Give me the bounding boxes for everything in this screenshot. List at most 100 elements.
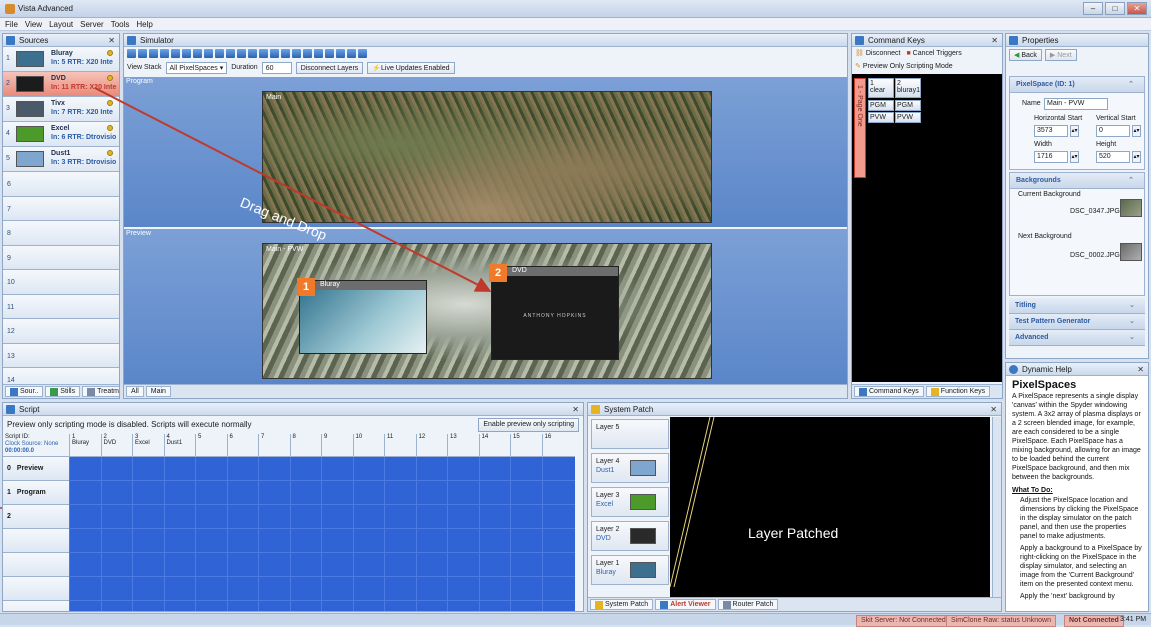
script-column[interactable]: 2 DVD: [100, 434, 131, 456]
script-row-label[interactable]: [3, 529, 69, 553]
script-column[interactable]: 7: [258, 434, 288, 456]
source-slot[interactable]: 12: [3, 319, 119, 344]
command-keys-close-icon[interactable]: ✕: [991, 34, 998, 47]
source-slot[interactable]: 13: [3, 343, 119, 368]
width-spinner[interactable]: ▴▾: [1070, 151, 1079, 163]
script-column[interactable]: 8: [289, 434, 320, 456]
patch-layer-item[interactable]: Layer 5: [591, 419, 669, 449]
source-item[interactable]: 5 Dust1 In: 3 RTR: Dtrovisio: [3, 147, 119, 172]
menu-view[interactable]: View: [25, 18, 42, 30]
script-row-cells[interactable]: [69, 577, 575, 601]
back-button[interactable]: ◀ Back: [1009, 49, 1042, 61]
cancel-triggers-button[interactable]: ■ Cancel Triggers: [906, 48, 961, 60]
script-column[interactable]: 1 Bluray: [69, 434, 99, 456]
menu-layout[interactable]: Layout: [49, 18, 73, 30]
height-field[interactable]: 520: [1096, 151, 1130, 163]
source-item[interactable]: 3 Tivx In: 7 RTR: X20 Inte: [3, 97, 119, 122]
maximize-button[interactable]: □: [1105, 2, 1125, 15]
backgrounds-header[interactable]: Backgrounds ⌃: [1010, 173, 1144, 189]
system-patch-close-icon[interactable]: ✕: [990, 403, 997, 416]
hstart-spinner[interactable]: ▴▾: [1070, 125, 1079, 137]
tab-all[interactable]: All: [126, 386, 144, 397]
script-row-cells[interactable]: [69, 481, 575, 505]
script-column[interactable]: 16: [541, 434, 572, 456]
patch-layer-item[interactable]: Layer 2 DVD: [591, 521, 669, 551]
command-key-pvw[interactable]: PVW: [895, 112, 921, 123]
help-close-icon[interactable]: ✕: [1137, 363, 1144, 376]
command-key[interactable]: 1 clear: [868, 78, 894, 98]
grid-icon[interactable]: [259, 49, 268, 58]
source-slot[interactable]: 9: [3, 245, 119, 270]
layout-icon[interactable]: [336, 49, 345, 58]
script-column[interactable]: 12: [415, 434, 446, 456]
script-column[interactable]: 9: [321, 434, 351, 456]
script-row-cells[interactable]: [69, 505, 575, 529]
command-key-pgm[interactable]: PGM: [895, 100, 921, 111]
crop-icon[interactable]: [314, 49, 323, 58]
layer-1-window[interactable]: Bluray: [299, 280, 427, 354]
advanced-header[interactable]: Advanced ⌄: [1009, 330, 1145, 346]
hstart-field[interactable]: 3573: [1034, 125, 1068, 137]
same-size-icon[interactable]: [237, 49, 246, 58]
current-bg-thumbnail[interactable]: [1120, 199, 1142, 217]
height-spinner[interactable]: ▴▾: [1132, 151, 1141, 163]
duration-input[interactable]: 60: [261, 62, 292, 74]
next-button[interactable]: ▶ Next: [1044, 49, 1077, 61]
tab-stills[interactable]: Stills: [45, 386, 81, 397]
script-row-label[interactable]: 2: [3, 505, 69, 529]
script-column[interactable]: 13: [447, 434, 477, 456]
zoom-icon[interactable]: [325, 49, 334, 58]
script-row-label[interactable]: [3, 577, 69, 601]
script-column[interactable]: 5: [195, 434, 225, 456]
layer-2-window[interactable]: DVD ANTHONY HOPKINS: [491, 266, 619, 360]
menu-help[interactable]: Help: [136, 18, 152, 30]
distribute-v-icon[interactable]: [204, 49, 213, 58]
source-item[interactable]: 2 DVD In: 11 RTR: X20 Inte: [3, 72, 119, 97]
pixelspace-header[interactable]: PixelSpace (ID: 1) ⌃: [1010, 77, 1144, 93]
vstart-field[interactable]: 0: [1096, 125, 1130, 137]
tab-sources[interactable]: Sour..: [5, 386, 44, 397]
source-item[interactable]: 1 Bluray In: 5 RTR: X20 Inte: [3, 47, 119, 72]
script-column[interactable]: 3 Excel: [132, 434, 162, 456]
enable-preview-scripting-button[interactable]: Enable preview only scripting: [478, 418, 579, 432]
menu-file[interactable]: File: [5, 18, 18, 30]
patch-layer-item[interactable]: Layer 3 Excel: [591, 487, 669, 517]
distribute-h-icon[interactable]: [193, 49, 202, 58]
script-row-cells[interactable]: [69, 553, 575, 577]
split-icon[interactable]: [347, 49, 356, 58]
shadow-icon[interactable]: [303, 49, 312, 58]
tab-main[interactable]: Main: [145, 386, 171, 397]
page-one-tab[interactable]: 1 - Page One: [854, 78, 866, 178]
tab-alert-viewer[interactable]: Alert Viewer: [655, 599, 716, 610]
script-column[interactable]: 14: [478, 434, 509, 456]
snap-icon[interactable]: [248, 49, 257, 58]
live-updates-button[interactable]: ⚡Live Updates Enabled: [367, 62, 455, 74]
tab-function-keys[interactable]: Function Keys: [925, 386, 991, 397]
tab-system-patch[interactable]: System Patch: [590, 599, 654, 610]
align-top-icon[interactable]: [160, 49, 169, 58]
script-column[interactable]: 10: [352, 434, 383, 456]
source-item[interactable]: 4 Excel In: 6 RTR: Dtrovisio: [3, 122, 119, 147]
command-key[interactable]: 2 bluray1: [895, 78, 921, 98]
command-key-pvw[interactable]: PVW: [868, 112, 894, 123]
align-center-icon[interactable]: [138, 49, 147, 58]
script-row-cells[interactable]: [69, 601, 575, 611]
tab-treatments[interactable]: Treatm...: [82, 386, 119, 397]
test-pattern-header[interactable]: Test Pattern Generator ⌄: [1009, 314, 1145, 330]
align-right-icon[interactable]: [149, 49, 158, 58]
script-close-icon[interactable]: ✕: [572, 403, 579, 416]
script-column[interactable]: 11: [384, 434, 414, 456]
quad-icon[interactable]: [358, 49, 367, 58]
script-row-label[interactable]: 0 Preview: [3, 457, 69, 481]
script-row-label[interactable]: 1 Program: [3, 481, 69, 505]
next-bg-thumbnail[interactable]: [1120, 243, 1142, 261]
menu-tools[interactable]: Tools: [111, 18, 130, 30]
script-row-cells[interactable]: [69, 529, 575, 553]
source-slot[interactable]: 6: [3, 172, 119, 197]
fill-icon[interactable]: [270, 49, 279, 58]
tab-command-keys[interactable]: Command Keys: [854, 386, 924, 397]
preview-screen[interactable]: Main - PVW Bluray 1 DVD ANTHONY HOPKINS …: [262, 243, 712, 379]
script-column[interactable]: 4 Dust1: [163, 434, 194, 456]
width-field[interactable]: 1716: [1034, 151, 1068, 163]
disconnect-button[interactable]: ⛓ Disconnect: [855, 48, 900, 60]
